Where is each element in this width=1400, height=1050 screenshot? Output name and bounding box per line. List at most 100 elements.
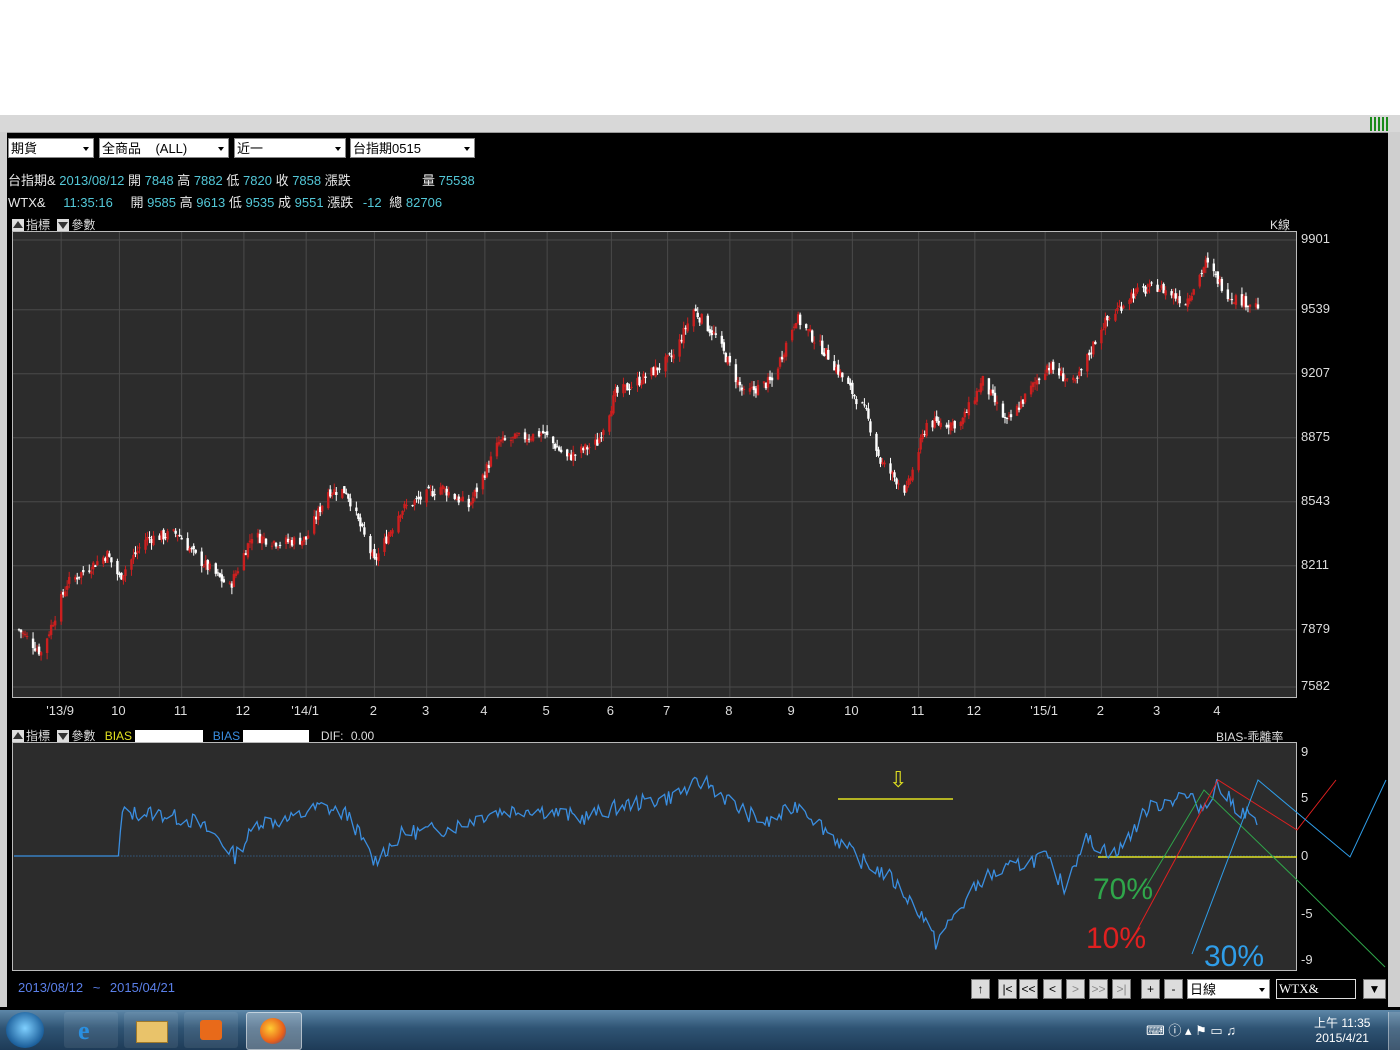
vertical-scrollbar[interactable] — [1388, 132, 1400, 1007]
show-desktop-button[interactable] — [1388, 1012, 1400, 1050]
candle-body — [1136, 287, 1139, 292]
candle-body — [96, 561, 99, 565]
zoom-in-button[interactable]: + — [1141, 979, 1160, 999]
candle-body — [991, 389, 995, 394]
candle-body — [668, 353, 671, 355]
candle-body — [572, 452, 575, 461]
firefox-icon — [260, 1018, 286, 1044]
candle-body — [855, 399, 858, 405]
candle-body — [654, 365, 657, 377]
candle-body — [110, 557, 113, 563]
candle-body — [1074, 380, 1077, 382]
candle-body — [19, 629, 23, 633]
candle-body — [130, 559, 133, 570]
open-label: 開 — [128, 173, 142, 188]
price-y-tick-label: 7879 — [1301, 620, 1330, 636]
candle-body — [373, 548, 376, 559]
contract-month-select[interactable]: 近一 — [234, 138, 346, 158]
candle-body — [1114, 313, 1117, 321]
product-select[interactable]: 全商品 (ALL) — [99, 138, 229, 158]
nav-last-button[interactable]: >| — [1112, 979, 1131, 999]
candle-body — [1206, 257, 1209, 263]
candle-body — [413, 500, 416, 506]
candle-body — [411, 505, 414, 507]
low-value: 9535 — [245, 195, 275, 210]
price-x-tick-label: 11 — [910, 703, 925, 718]
period-select[interactable]: 日線 — [1187, 979, 1270, 999]
taskbar-ie-button[interactable]: e — [64, 1012, 118, 1048]
nav-next-page-button[interactable]: >> — [1089, 979, 1108, 999]
candle-body — [602, 430, 605, 435]
candle-body — [1001, 403, 1005, 418]
cursor-mode-button[interactable]: ↑ — [971, 979, 990, 999]
candle-body — [696, 312, 699, 318]
nav-prev-button[interactable]: < — [1043, 979, 1062, 999]
resize-grip-icon[interactable] — [1370, 117, 1388, 131]
candle-body — [1072, 377, 1075, 381]
candle-body — [1076, 377, 1079, 379]
taskbar-firefox-button[interactable] — [246, 1012, 302, 1050]
candle-body — [59, 594, 63, 622]
indicator-toggle[interactable]: 指標 — [26, 729, 50, 743]
candle-body — [588, 446, 591, 448]
nav-next-button[interactable]: > — [1066, 979, 1085, 999]
candle-body — [738, 381, 742, 386]
candle-body — [748, 388, 752, 392]
candle-body — [1148, 283, 1151, 288]
candle-body — [489, 456, 493, 467]
market-type-select[interactable]: 期貨 — [8, 138, 94, 158]
taskbar-explorer-button[interactable] — [124, 1012, 178, 1048]
quote-row-current: WTX& 11:35:16 開 9585 高 9613 低 9535 成 955… — [8, 192, 442, 211]
candle-body — [1202, 267, 1205, 273]
nav-first-button[interactable]: |< — [998, 979, 1017, 999]
candle-body — [515, 435, 519, 437]
candle-body — [821, 340, 824, 355]
tray-icons[interactable]: ⌨ ⓘ ▴ ⚑ ▭ ♫ — [1146, 1020, 1236, 1039]
expand-down-icon[interactable] — [57, 730, 70, 742]
low-value: 7820 — [243, 173, 272, 188]
candle-body — [132, 554, 135, 560]
candle-body — [136, 550, 139, 554]
price-x-tick-label: 11 — [173, 703, 188, 718]
collapse-up-icon[interactable] — [12, 730, 24, 742]
candle-body — [1102, 329, 1105, 331]
price-y-tick-label: 7582 — [1301, 678, 1330, 693]
taskbar-media-button[interactable] — [184, 1012, 238, 1048]
symbol-dropdown-button[interactable]: ▼ — [1363, 979, 1386, 999]
symbol-select[interactable]: 台指期0515 — [350, 138, 475, 158]
params-toggle[interactable]: 參數 — [71, 729, 95, 743]
candle-body — [363, 527, 366, 535]
expand-down-icon[interactable] — [57, 219, 70, 231]
collapse-up-icon[interactable] — [12, 219, 24, 231]
candle-body — [1108, 318, 1111, 320]
start-button-icon[interactable] — [6, 1012, 44, 1048]
candle-body — [1220, 278, 1224, 291]
period-select-value: 日線 — [1190, 982, 1217, 997]
zoom-out-button[interactable]: - — [1164, 979, 1183, 999]
candle-body — [443, 487, 446, 489]
candle-body — [813, 342, 816, 344]
candle-body — [228, 582, 232, 584]
candle-body — [475, 487, 479, 492]
nav-prev-page-button[interactable]: << — [1019, 979, 1038, 999]
price-x-tick-label: 9 — [787, 703, 795, 718]
candle-body — [961, 417, 965, 425]
price-x-tick-label: '15/1 — [1030, 703, 1059, 718]
indicator-toggle[interactable]: 指標 — [26, 218, 50, 232]
symbol-input[interactable]: WTX& — [1276, 979, 1356, 999]
price-x-tick-label: '13/9 — [46, 703, 75, 718]
candle-body — [883, 462, 886, 465]
clock[interactable]: 上午 11:35 2015/4/21 — [1314, 1014, 1370, 1045]
candle-body — [694, 308, 697, 311]
candle-body — [539, 433, 543, 436]
price-chart-panel[interactable] — [12, 231, 1297, 698]
candle-body — [616, 386, 619, 393]
candle-body — [21, 632, 25, 634]
price-y-tick-label: 9901 — [1301, 231, 1330, 246]
price-y-tick-label: 9207 — [1301, 364, 1330, 380]
params-toggle[interactable]: 參數 — [71, 218, 95, 232]
candle-body — [425, 489, 428, 503]
candle-body — [545, 431, 549, 436]
annotation-10pct: 10% — [1086, 922, 1147, 955]
change-value: -12 — [362, 195, 382, 210]
